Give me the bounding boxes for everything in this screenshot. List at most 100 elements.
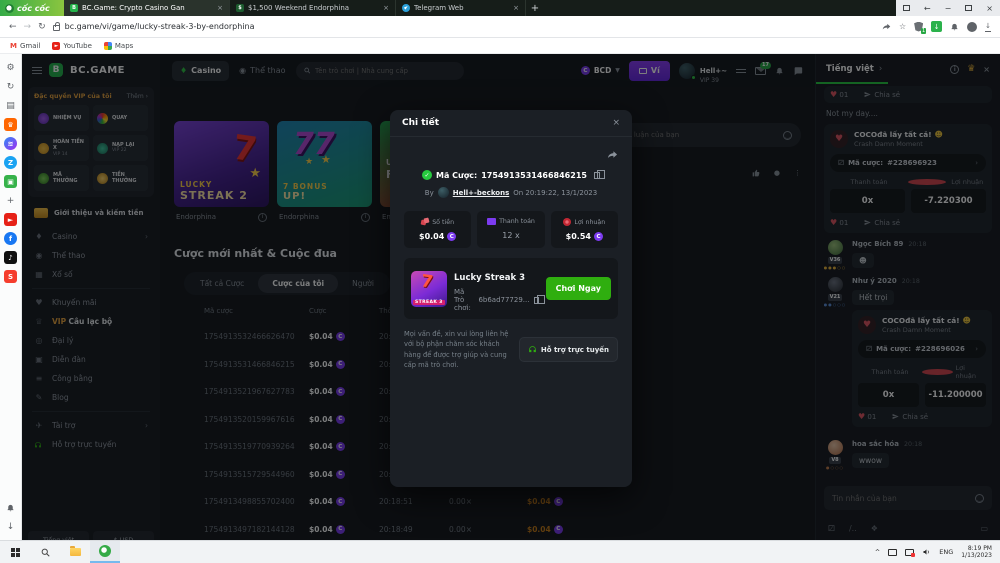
- tray-expand-icon[interactable]: ^: [875, 548, 880, 556]
- zalo-icon[interactable]: Z: [4, 156, 17, 169]
- support-note: Mọi vấn đề, xin vui lòng liên hệ với bộ …: [404, 329, 511, 371]
- forward-icon[interactable]: →: [24, 22, 32, 32]
- save-media-icon[interactable]: ↓: [931, 21, 942, 32]
- downloads-icon[interactable]: ↓: [985, 22, 991, 32]
- back-to-tab-icon[interactable]: ←: [917, 0, 938, 16]
- modal-close-icon[interactable]: ×: [612, 118, 620, 128]
- copy-icon[interactable]: [534, 297, 538, 304]
- share-icon[interactable]: [882, 22, 891, 31]
- modal-body: ✓ Mã Cược: 1754913531466846215 By Hell+-…: [390, 137, 632, 371]
- tab-title: $1,500 Weekend Endorphina: [248, 4, 379, 12]
- live-support-button[interactable]: Hỗ trợ trực tuyến: [519, 337, 618, 362]
- promo-favicon: $: [236, 4, 244, 12]
- back-icon[interactable]: ←: [9, 22, 17, 32]
- settings-gear-icon[interactable]: ⚙: [4, 61, 17, 74]
- bcgame-favicon: B: [70, 4, 78, 12]
- copy-icon[interactable]: [594, 172, 600, 179]
- stat-profit: Lợi nhuận $0.54C: [551, 211, 618, 248]
- coin-icon: C: [594, 232, 603, 241]
- bet-datetime: On 20:19:22, 13/1/2023: [513, 189, 597, 197]
- modal-share-icon[interactable]: [607, 149, 618, 160]
- tiktok-icon[interactable]: ♪: [4, 251, 17, 264]
- profit-medal-icon: [563, 218, 571, 226]
- rail-bell-icon[interactable]: [4, 501, 17, 514]
- bookmark-gmail[interactable]: M Gmail: [10, 42, 40, 50]
- windows-taskbar: ^ ENG 8:19 PM1/13/2023: [0, 540, 1000, 563]
- coccoc-brand[interactable]: cốc cốc: [0, 0, 64, 16]
- bookmark-maps[interactable]: Maps: [104, 42, 133, 50]
- modal-header: Chi tiết ×: [390, 110, 632, 137]
- modal-title: Chi tiết: [402, 118, 439, 128]
- modal-note-row: Mọi vấn đề, xin vui lòng liên hệ với bộ …: [404, 329, 618, 371]
- notification-bell-icon[interactable]: [950, 22, 959, 31]
- tab-close-icon[interactable]: ×: [217, 4, 223, 12]
- start-button[interactable]: [0, 541, 30, 563]
- security-alert-icon[interactable]: [905, 549, 914, 556]
- browser-tab-promo[interactable]: $ $1,500 Weekend Endorphina ×: [230, 0, 396, 16]
- gmail-icon: M: [10, 42, 17, 50]
- bookmark-label: Maps: [115, 42, 133, 50]
- youtube-icon: ►: [52, 42, 60, 50]
- youtube-rail-icon[interactable]: ►: [4, 213, 17, 226]
- amount-dice-icon: [421, 218, 429, 226]
- close-button[interactable]: ×: [979, 0, 1000, 16]
- play-now-button[interactable]: Chơi Ngay: [546, 277, 611, 300]
- tab-close-icon[interactable]: ×: [383, 4, 389, 12]
- collapse-rail-icon[interactable]: ↓: [4, 520, 17, 533]
- tab-close-icon[interactable]: ×: [513, 4, 519, 12]
- clock[interactable]: 8:19 PM1/13/2023: [961, 545, 992, 560]
- browser-tab-bcgame[interactable]: B BC.Game: Crypto Casino Gan ×: [64, 0, 230, 16]
- coccoc-brand-label: cốc cốc: [17, 4, 50, 13]
- add-shortcut-icon[interactable]: +: [4, 194, 17, 207]
- payout-wallet-icon: [487, 218, 496, 225]
- bet-id-value: 1754913531466846215: [481, 171, 587, 180]
- maximize-button[interactable]: [958, 0, 979, 16]
- browser-side-rail: ⚙ ↻ ▤ ♛ ≋ Z ▣ + ► f ♪ S ↓: [0, 54, 22, 540]
- profile-avatar[interactable]: [967, 22, 977, 32]
- hot-icon[interactable]: ♛: [4, 118, 17, 131]
- bet-id-row: ✓ Mã Cược: 1754913531466846215: [404, 170, 618, 180]
- tab-title: BC.Game: Crypto Casino Gan: [82, 4, 213, 12]
- author-avatar: [438, 187, 449, 198]
- browser-tabbar: cốc cốc B BC.Game: Crypto Casino Gan × $…: [0, 0, 1000, 16]
- system-tray: ^ ENG 8:19 PM1/13/2023: [875, 545, 1000, 560]
- stat-payout: Thanh toán 12 x: [477, 211, 544, 248]
- browser-tab-telegram[interactable]: ► Telegram Web ×: [396, 0, 526, 16]
- newsfeed-icon[interactable]: ▤: [4, 99, 17, 112]
- url-text[interactable]: bc.game/vi/game/lucky-streak-3-by-endorp…: [65, 22, 255, 31]
- network-icon[interactable]: [888, 549, 897, 556]
- facebook-icon[interactable]: f: [4, 232, 17, 245]
- language-indicator[interactable]: ENG: [939, 548, 953, 556]
- url-box[interactable]: bc.game/vi/game/lucky-streak-3-by-endorp…: [53, 22, 875, 31]
- browser-content: ⚙ ↻ ▤ ♛ ≋ Z ▣ + ► f ♪ S ↓ B: [0, 54, 1000, 540]
- browser-addressbar: ← → ↻ bc.game/vi/game/lucky-streak-3-by-…: [0, 16, 1000, 38]
- shopee-icon[interactable]: S: [4, 270, 17, 283]
- games-icon[interactable]: ▣: [4, 175, 17, 188]
- bcgame-page: B BC.GAME Đặc quyền VIP của tôi Thêm › N…: [22, 54, 1000, 540]
- new-tab-button[interactable]: +: [526, 0, 544, 16]
- taskbar-search-icon[interactable]: [30, 541, 60, 563]
- coccoc-taskbar-icon[interactable]: [90, 541, 120, 563]
- headset-icon: [528, 345, 537, 354]
- bookmarks-bar: M Gmail ► YouTube Maps: [0, 38, 1000, 54]
- adblock-shield-icon[interactable]: 1: [914, 22, 923, 32]
- bet-author-row: By Hell+-beckons On 20:19:22, 13/1/2023: [404, 187, 618, 198]
- coin-icon: C: [447, 232, 456, 241]
- reload-icon[interactable]: ↻: [38, 22, 46, 32]
- minimize-button[interactable]: −: [938, 0, 959, 16]
- telegram-favicon: ►: [402, 4, 410, 12]
- messenger-icon[interactable]: ≋: [4, 137, 17, 150]
- coccoc-logo-icon: [5, 4, 14, 13]
- stat-amount: Số tiền $0.04C: [404, 211, 471, 248]
- author-name[interactable]: Hell+-beckons: [453, 189, 510, 197]
- addressbar-actions: ☆ 1 ↓ ↓: [882, 21, 991, 32]
- volume-icon[interactable]: [922, 548, 931, 556]
- tab-search-icon[interactable]: [896, 0, 917, 16]
- bookmark-youtube[interactable]: ► YouTube: [52, 42, 91, 50]
- bookmark-label: YouTube: [63, 42, 91, 50]
- check-icon: ✓: [422, 170, 432, 180]
- bookmark-star-icon[interactable]: ☆: [899, 22, 906, 31]
- file-explorer-icon[interactable]: [60, 541, 90, 563]
- window-controls: ← − ×: [896, 0, 1000, 16]
- history-icon[interactable]: ↻: [4, 80, 17, 93]
